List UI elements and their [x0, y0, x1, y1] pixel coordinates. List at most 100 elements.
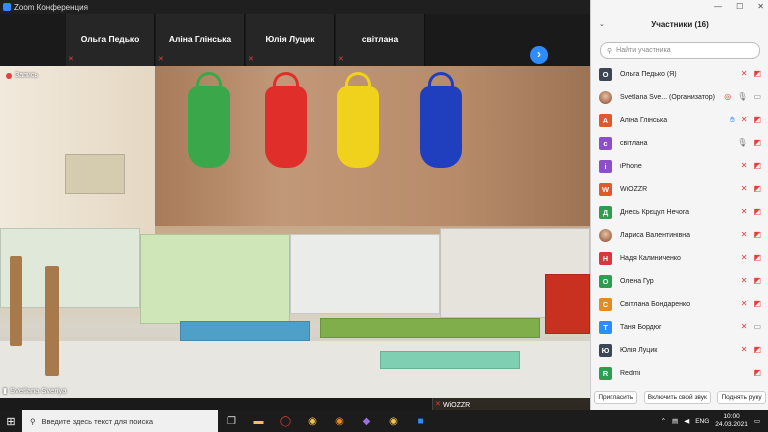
- video-off-icon: ◩: [753, 207, 761, 216]
- participant-row[interactable]: Н Надя Калиниченко ✕ ◩: [591, 247, 768, 270]
- window-controls: — ☐ ✕: [714, 2, 764, 11]
- thumbnail-tile[interactable]: Юлія Луцик ✕: [246, 14, 335, 66]
- participant-row[interactable]: О Олена Гур ✕ ◩: [591, 270, 768, 293]
- avatar: R: [599, 367, 612, 380]
- speaker-name: Svetlana Sveriya: [10, 386, 67, 395]
- maximize-icon[interactable]: ☐: [736, 2, 743, 11]
- mic-muted-icon: ✕: [740, 345, 748, 354]
- participant-status-icons: ✕ ◩: [741, 161, 761, 170]
- mic-muted-icon: ✕: [435, 401, 441, 408]
- raise-hand-button[interactable]: Поднять руку: [717, 390, 766, 404]
- participant-status-icons: ◎ 🎙︎ ▭: [724, 92, 761, 101]
- avatar: i: [599, 160, 612, 173]
- recording-indicator: Запись: [6, 72, 38, 79]
- viber-icon[interactable]: ◆: [353, 410, 380, 432]
- participant-row[interactable]: Svetlana Sve... (Организатор) ◎ 🎙︎ ▭: [591, 86, 768, 109]
- network-icon[interactable]: ▤: [672, 417, 678, 425]
- book-row: [180, 321, 310, 341]
- thumbnail-name: світлана: [361, 34, 399, 44]
- participant-status-icons: ✕ ◩: [741, 253, 761, 262]
- avatar: W: [599, 183, 612, 196]
- participant-status-icons: ✋︎ ✕ ◩: [730, 115, 761, 125]
- avatar: Д: [599, 206, 612, 219]
- video-off-icon: ◩: [753, 299, 761, 308]
- mic-muted-icon: ✕: [740, 115, 748, 124]
- video-off-icon: ◩: [753, 230, 761, 239]
- signal-bars-icon: ▮: [3, 386, 8, 395]
- next-page-button[interactable]: ›: [530, 46, 548, 64]
- invite-button[interactable]: Пригласить: [594, 390, 638, 404]
- close-icon[interactable]: ✕: [757, 2, 764, 11]
- panel-title: Участники (16): [651, 20, 709, 29]
- participant-status-icons: ✕ ◩: [741, 184, 761, 193]
- system-tray: ⌃ ▤ ◀ ENG 10:00 24.03.2021 ▭: [661, 413, 768, 429]
- thumbnail-tile[interactable]: Ольга Педько ✕: [66, 14, 155, 66]
- participant-row[interactable]: Лариса Валентинівна ✕ ◩: [591, 224, 768, 247]
- avatar: Ю: [599, 344, 612, 357]
- participant-row[interactable]: R Redmi ◩: [591, 362, 768, 385]
- chrome-icon[interactable]: ◉: [299, 410, 326, 432]
- video-off-icon: ◩: [753, 345, 761, 354]
- participant-row[interactable]: Ю Юлія Луцик ✕ ◩: [591, 339, 768, 362]
- yandex-browser-icon[interactable]: ◉: [380, 410, 407, 432]
- red-apron: [265, 72, 307, 168]
- windows-taskbar: ⊞ ⚲ Введите здесь текст для поиска ❐ ▬ ◯…: [0, 410, 768, 432]
- avatar: [599, 91, 612, 104]
- video-off-icon: ◩: [753, 368, 761, 377]
- participant-row[interactable]: Д Днесь Крєцул Нечога ✕ ◩: [591, 201, 768, 224]
- mic-muted-icon: ✕: [740, 161, 748, 170]
- participant-name: Юлія Луцик: [620, 347, 658, 354]
- tray-chevron-icon[interactable]: ⌃: [661, 417, 666, 425]
- file-explorer-icon[interactable]: ▬: [245, 410, 272, 432]
- unmute-button[interactable]: Включить свой звук: [643, 390, 711, 404]
- participant-status-icons: ✕ ◩: [741, 345, 761, 354]
- volume-icon[interactable]: ◀: [684, 417, 689, 425]
- mic-muted-icon: ✕: [338, 56, 344, 63]
- participant-row[interactable]: W WiOZZR ✕ ◩: [591, 178, 768, 201]
- video-off-icon: ◩: [753, 276, 761, 285]
- participant-status-icons: ✕ ◩: [741, 299, 761, 308]
- participant-name: WiOZZR: [620, 186, 648, 193]
- participant-row[interactable]: С Світлана Бондаренко ✕ ◩: [591, 293, 768, 316]
- participant-name: Надя Калиниченко: [620, 255, 681, 262]
- firefox-icon[interactable]: ◉: [326, 410, 353, 432]
- mic-muted-icon: ✕: [740, 230, 748, 239]
- task-view-icon[interactable]: ❐: [218, 410, 245, 432]
- avatar: О: [599, 68, 612, 81]
- avatar: Т: [599, 321, 612, 334]
- main-video: Запись ▮ Svetlana Sveriya: [0, 66, 590, 398]
- minimize-icon[interactable]: —: [714, 2, 722, 11]
- thumbnail-tile[interactable]: Аліна Глінська ✕: [156, 14, 245, 66]
- video-off-icon: ◩: [753, 184, 761, 193]
- zoom-taskbar-icon[interactable]: ■: [407, 410, 434, 432]
- participant-search-input[interactable]: ⚲ Найти участника: [600, 42, 760, 59]
- language-indicator[interactable]: ENG: [695, 418, 709, 425]
- clock[interactable]: 10:00 24.03.2021: [715, 413, 748, 429]
- avatar: [599, 229, 612, 242]
- search-icon: ⚲: [30, 416, 36, 426]
- participant-row[interactable]: i iPhone ✕ ◩: [591, 155, 768, 178]
- panel-footer: Пригласить Включить свой звук Поднять ру…: [591, 388, 768, 406]
- mic-muted-icon: ✕: [740, 253, 748, 262]
- chair-back: [45, 266, 59, 376]
- opera-icon[interactable]: ◯: [272, 410, 299, 432]
- thumbnail-name: WiOZZR: [443, 402, 471, 409]
- notification-icon[interactable]: ▭: [754, 417, 760, 425]
- mic-muted-icon: ✕: [740, 299, 748, 308]
- mic-icon: 🎙︎: [737, 92, 748, 101]
- recording-label: Запись: [15, 72, 38, 79]
- search-placeholder: Найти участника: [616, 47, 671, 54]
- participant-row[interactable]: О Ольга Педько (Я) ✕ ◩: [591, 63, 768, 86]
- participants-panel: — ☐ ✕ ⌄ Участники (16) ⚲ Найти участника…: [590, 0, 768, 410]
- taskbar-search-input[interactable]: ⚲ Введите здесь текст для поиска: [22, 410, 218, 432]
- windows-start-icon[interactable]: ⊞: [0, 410, 22, 432]
- search-icon: ⚲: [607, 47, 613, 55]
- participant-row[interactable]: Т Таня Бордюг ✕ ▭: [591, 316, 768, 339]
- participant-status-icons: ✕ ◩: [741, 69, 761, 78]
- participant-name: Redmi: [620, 370, 641, 377]
- display-board: [290, 234, 440, 314]
- participant-row[interactable]: А Аліна Глінська ✋︎ ✕ ◩: [591, 109, 768, 132]
- participant-row[interactable]: с світлана 🎙︎ ◩: [591, 132, 768, 155]
- avatar: С: [599, 298, 612, 311]
- thumbnail-tile[interactable]: світлана ✕: [336, 14, 425, 66]
